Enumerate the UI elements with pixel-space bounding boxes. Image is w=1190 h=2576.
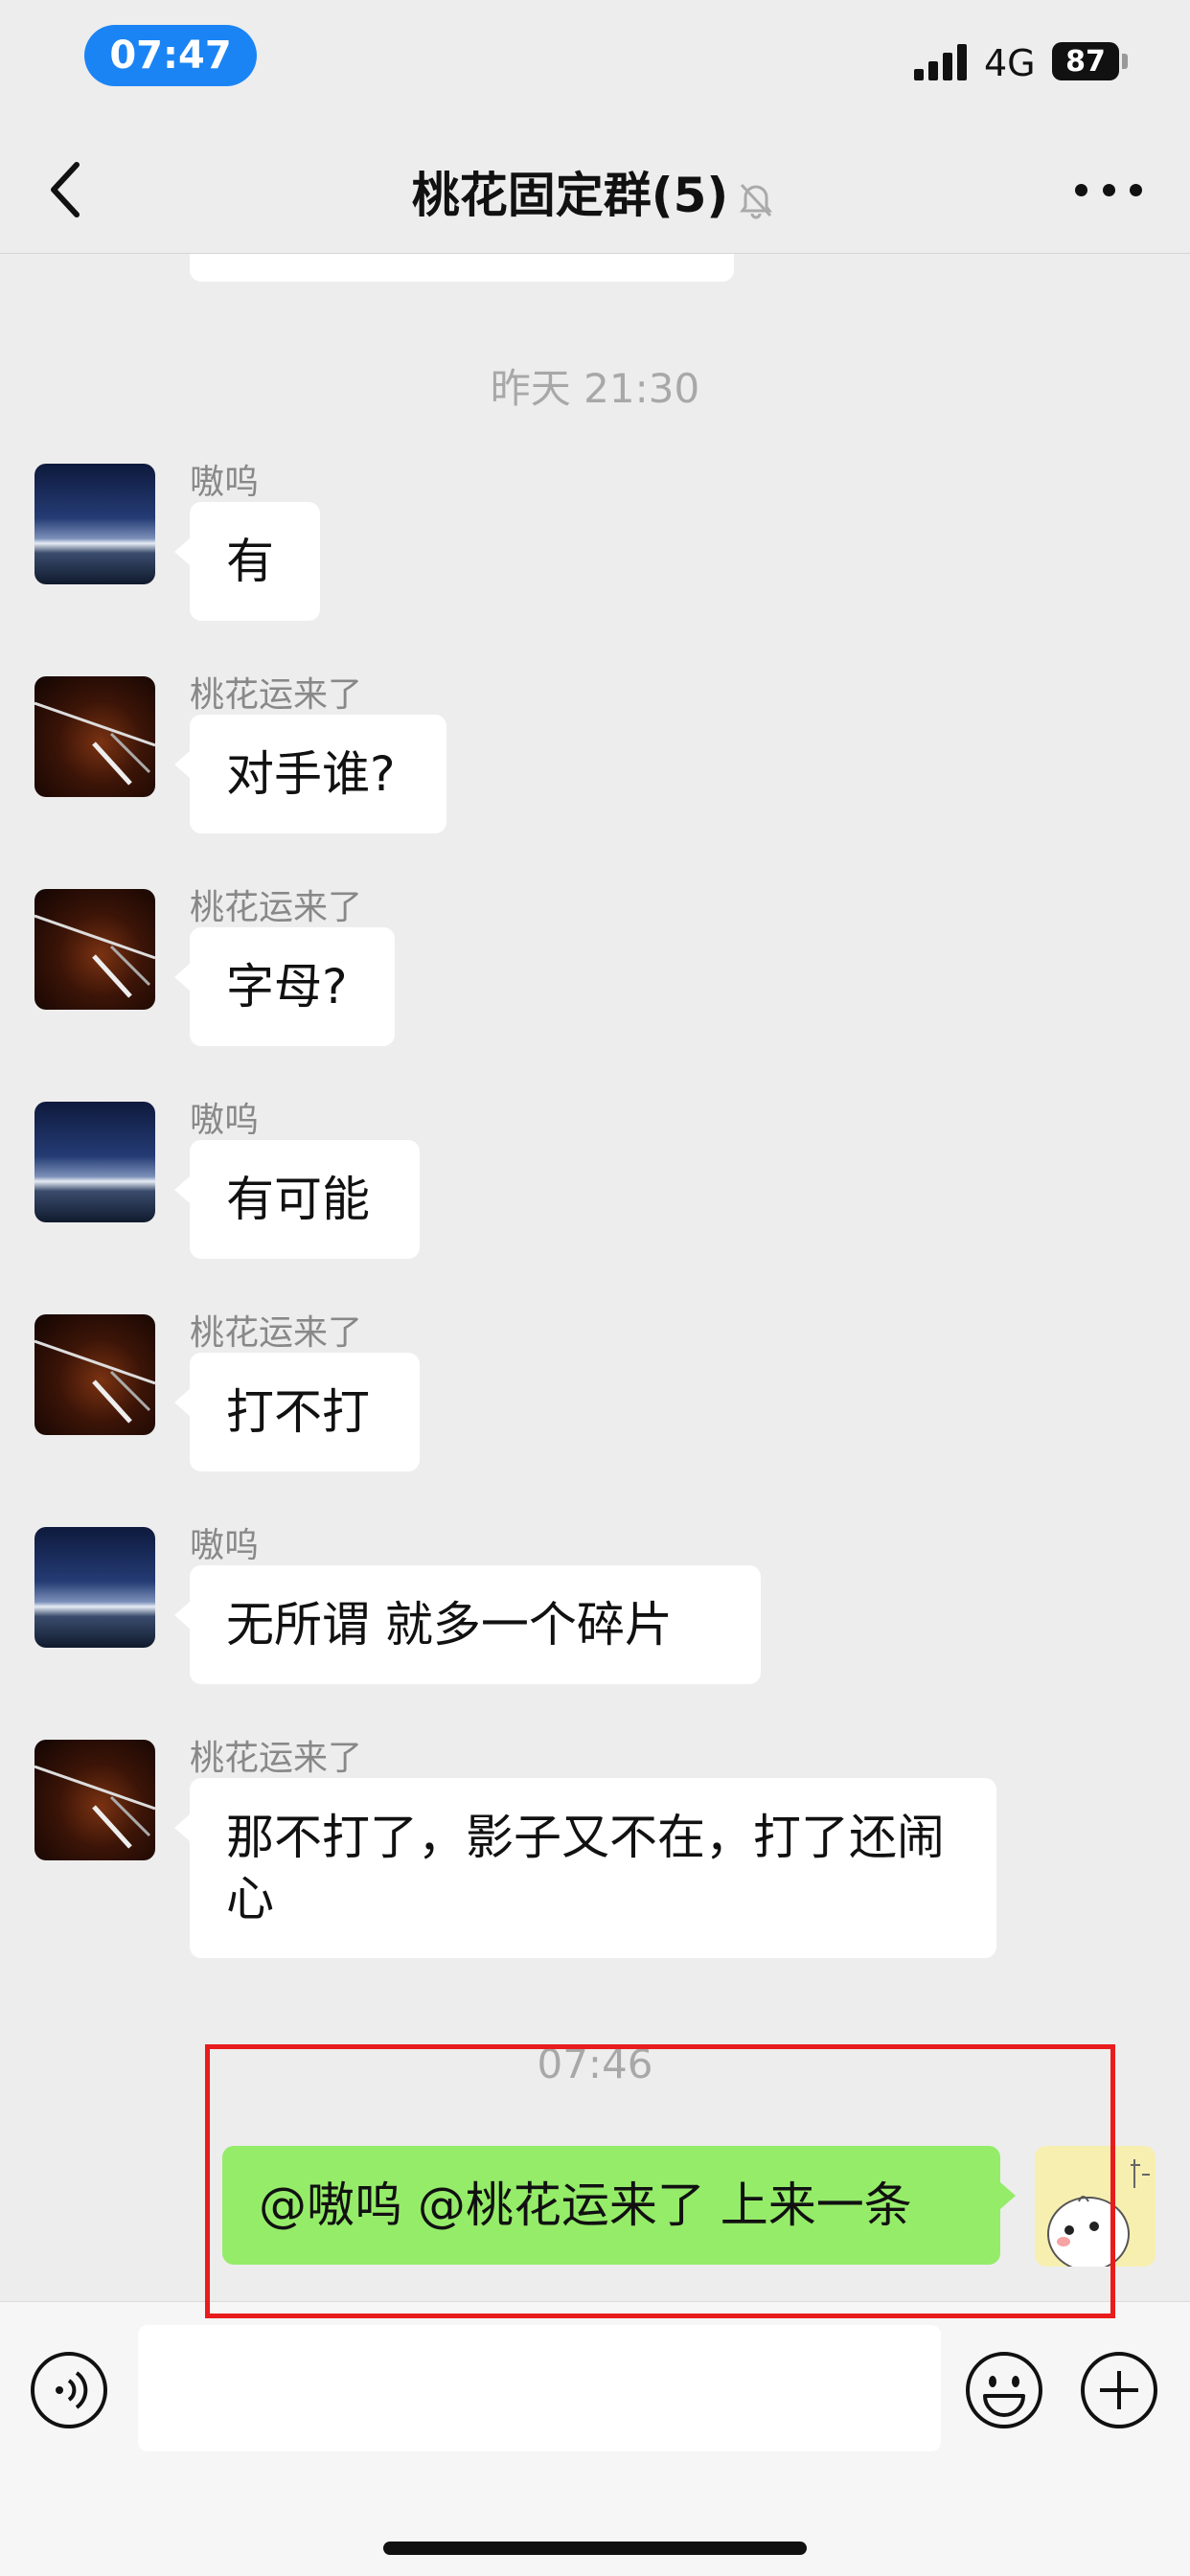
mute-bell-icon	[734, 177, 778, 221]
plus-icon[interactable]	[1079, 2350, 1159, 2430]
input-bar	[0, 2301, 1190, 2576]
message-bubble[interactable]: 打不打	[174, 1353, 420, 1471]
cellular-signal-icon	[914, 42, 968, 80]
battery-cap	[1122, 54, 1128, 69]
battery-icon: 87	[1052, 42, 1119, 80]
sender-name: 嗷呜	[190, 1526, 260, 1565]
sender-name: 嗷呜	[190, 463, 260, 502]
avatar[interactable]	[34, 1102, 155, 1222]
nav-bar: 桃花固定群(5)	[0, 125, 1190, 254]
message-bubble[interactable]: 对手谁?	[174, 715, 446, 833]
message-list[interactable]: 昨天 21:30 嗷呜 有 桃花运来了 对手谁? 桃花运来了 字母? 嗷呜 有可…	[0, 253, 1190, 2301]
status-time: 07:47	[84, 25, 257, 86]
avatar[interactable]	[34, 1740, 155, 1860]
avatar[interactable]	[34, 1314, 155, 1435]
emoji-icon[interactable]	[964, 2350, 1044, 2430]
network-type: 4G	[984, 42, 1036, 84]
more-icon[interactable]	[1075, 163, 1142, 217]
avatar[interactable]	[34, 1527, 155, 1648]
sender-name: 桃花运来了	[190, 1739, 363, 1778]
message-bubble[interactable]: 那不打了，影子又不在，打了还闹心	[174, 1778, 996, 1958]
sender-name: 桃花运来了	[190, 888, 363, 927]
status-bar: 07:47 4G 87	[0, 0, 1190, 125]
avatar[interactable]	[34, 676, 155, 797]
message-bubble[interactable]: 有可能	[174, 1140, 420, 1259]
message-input[interactable]	[138, 2325, 941, 2451]
message-bubble[interactable]: 字母?	[174, 927, 395, 1046]
message-bubble[interactable]: 有	[174, 502, 320, 621]
timestamp: 昨天 21:30	[490, 365, 700, 412]
previous-message-bubble[interactable]	[190, 253, 734, 282]
message-bubble[interactable]: 无所谓 就多一个碎片	[174, 1565, 761, 1684]
voice-icon[interactable]	[29, 2350, 109, 2430]
sender-name: 桃花运来了	[190, 1313, 363, 1353]
chat-title-text: 桃花固定群(5)	[411, 168, 729, 223]
sender-name: 嗷呜	[190, 1101, 260, 1140]
chat-title[interactable]: 桃花固定群(5)	[0, 157, 1190, 226]
home-indicator	[383, 2542, 807, 2555]
highlight-annotation	[205, 2044, 1115, 2318]
avatar[interactable]	[34, 889, 155, 1010]
sender-name: 桃花运来了	[190, 675, 363, 715]
avatar[interactable]	[34, 464, 155, 584]
